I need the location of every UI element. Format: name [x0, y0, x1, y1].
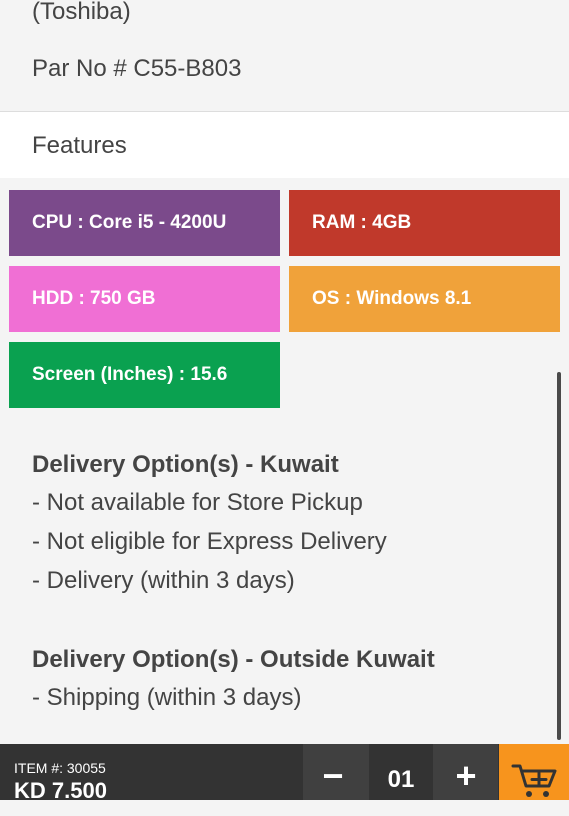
item-number: ITEM #: 30055 — [14, 760, 106, 776]
quantity-value[interactable]: 01 — [369, 744, 433, 800]
feature-os: OS : Windows 8.1 — [289, 266, 560, 332]
delivery-outside-line: - Shipping (within 3 days) — [32, 684, 302, 711]
price: KD 7.500 — [14, 778, 107, 803]
feature-hdd-label: HDD : 750 GB — [32, 288, 156, 309]
delivery-kuwait-line: - Not available for Store Pickup — [32, 489, 363, 516]
decrease-quantity-button[interactable]: − — [313, 752, 353, 800]
feature-cpu-label: CPU : Core i5 - 4200U — [32, 212, 227, 233]
bottom-bar: ITEM #: 30055 KD 7.500 − 01 + — [0, 744, 569, 803]
delivery-kuwait: Delivery Option(s) - Kuwait - Not availa… — [32, 451, 387, 595]
part-number: Par No # C55-B803 — [32, 55, 242, 82]
increase-quantity-button[interactable]: + — [446, 752, 486, 800]
feature-screen: Screen (Inches) : 15.6 — [9, 342, 280, 408]
feature-ram-label: RAM : 4GB — [312, 212, 412, 233]
feature-ram: RAM : 4GB — [289, 190, 560, 256]
delivery-kuwait-title: Delivery Option(s) - Kuwait — [32, 451, 339, 478]
delivery-outside-kuwait: Delivery Option(s) - Outside Kuwait - Sh… — [32, 646, 435, 712]
feature-screen-label: Screen (Inches) : 15.6 — [32, 364, 228, 385]
product-info: (Toshiba) Par No # C55-B803 — [0, 0, 569, 112]
feature-cpu: CPU : Core i5 - 4200U — [9, 190, 280, 256]
delivery-kuwait-line: - Not eligible for Express Delivery — [32, 528, 387, 555]
delivery-outside-title: Delivery Option(s) - Outside Kuwait — [32, 646, 435, 673]
features-title: Features — [32, 132, 127, 159]
add-to-cart-button[interactable] — [499, 744, 569, 800]
delivery-kuwait-line: - Delivery (within 3 days) — [32, 567, 295, 594]
feature-os-label: OS : Windows 8.1 — [312, 288, 472, 309]
feature-hdd: HDD : 750 GB — [9, 266, 280, 332]
add-to-cart-icon — [511, 762, 559, 800]
scrollbar[interactable] — [557, 372, 561, 740]
features-header: Features — [0, 112, 569, 178]
brand-label: (Toshiba) — [32, 0, 131, 25]
